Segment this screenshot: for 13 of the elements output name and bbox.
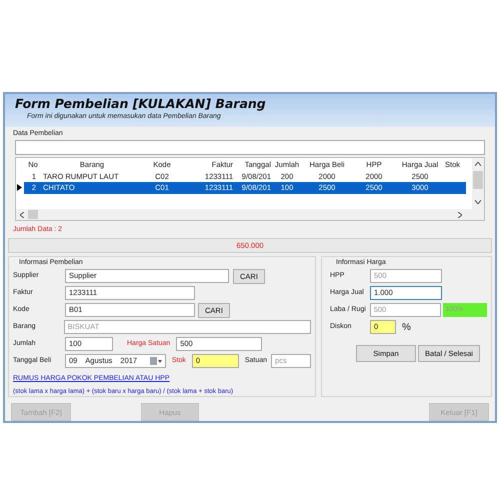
scroll-up-icon[interactable] xyxy=(475,162,481,166)
scroll-right-icon[interactable] xyxy=(458,212,462,218)
scroll-thumb[interactable] xyxy=(473,171,483,189)
calendar-dropdown-icon[interactable] xyxy=(150,357,162,365)
scroll-down-icon[interactable] xyxy=(475,200,481,204)
row-pointer-icon xyxy=(17,184,22,192)
unit-label: % xyxy=(402,320,411,334)
vertical-scrollbar[interactable] xyxy=(472,158,484,210)
search-field[interactable] xyxy=(15,140,485,155)
scroll-thumb[interactable] xyxy=(28,210,38,219)
form-title: Form Pembelian [KULAKAN] Barang xyxy=(15,95,267,112)
scroll-left-icon[interactable] xyxy=(20,212,24,218)
horizontal-scrollbar[interactable] xyxy=(16,209,484,220)
